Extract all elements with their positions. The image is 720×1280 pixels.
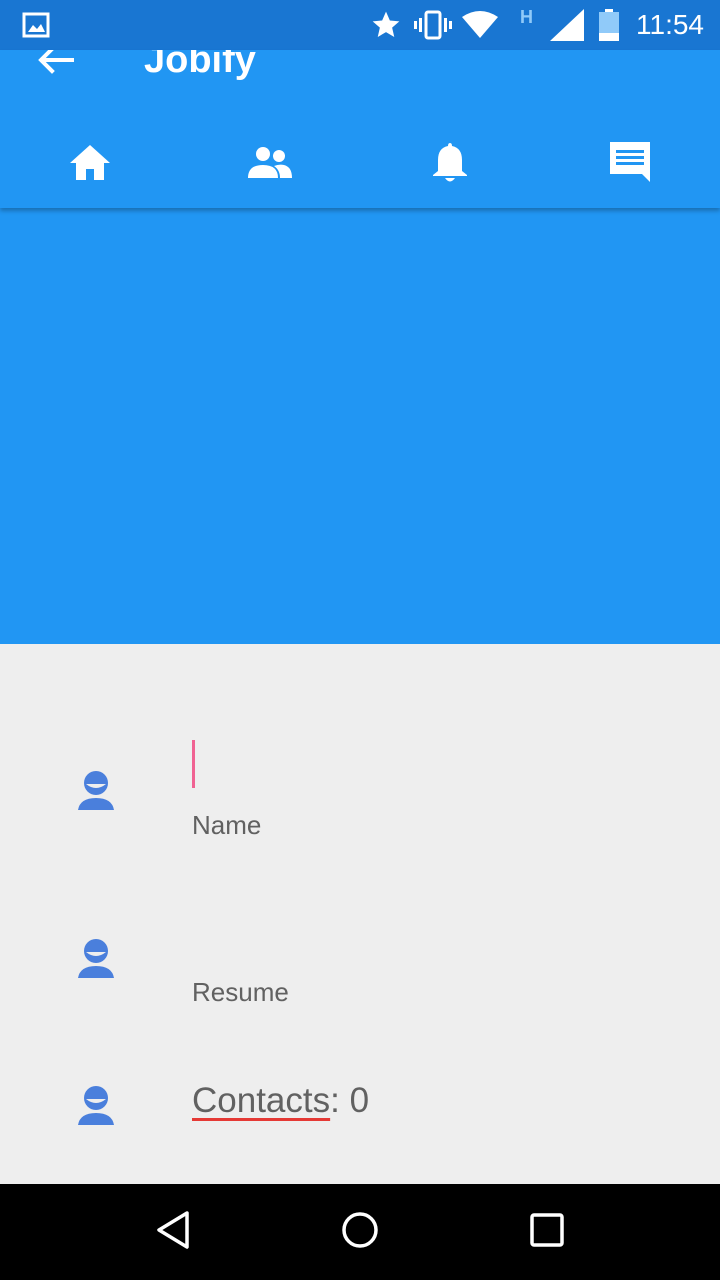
bell-icon [432,141,468,188]
app-bar: Jobify [0,50,720,208]
system-nav-bar [0,1184,720,1280]
name-input[interactable] [192,734,672,794]
contacts-value: 0 [349,1081,370,1120]
people-icon [248,146,292,183]
contacts-separator: : [330,1081,350,1120]
nav-home-button[interactable] [320,1192,400,1272]
chat-icon [610,141,650,187]
contacts-label: Contacts [192,1081,331,1120]
star-icon [370,0,402,50]
person-icon [76,938,116,978]
recents-square-icon [529,1212,565,1253]
profile-header [0,208,720,644]
signal-icon [550,0,584,50]
status-bar: H 11:54 [0,0,720,50]
home-icon [69,143,111,186]
tab-notifications[interactable] [360,120,540,208]
tab-people[interactable] [180,120,360,208]
wifi-icon [462,0,498,50]
name-label: Name [192,810,262,840]
contacts-count: Contacts: 0 [192,1080,369,1122]
nav-recents-button[interactable] [507,1192,587,1272]
network-type-label: H [520,6,533,27]
arrow-back-icon [38,50,74,79]
person-icon [76,1085,116,1125]
back-triangle-icon [155,1210,191,1255]
vibrate-icon [414,0,452,50]
image-icon [22,0,50,50]
profile-form: Name Resume Contacts: 0 [0,644,720,1184]
resume-input[interactable] [192,904,672,964]
tab-messages[interactable] [540,120,720,208]
status-time: 11:54 [636,9,704,40]
person-icon [76,770,116,810]
nav-back-button[interactable] [133,1192,213,1272]
app-title: Jobify [144,50,256,81]
resume-label: Resume [192,977,289,1007]
tab-bar [0,120,720,208]
home-circle-icon [340,1210,380,1255]
tab-home[interactable] [0,120,180,208]
battery-icon [598,0,620,50]
back-button[interactable] [34,50,78,80]
